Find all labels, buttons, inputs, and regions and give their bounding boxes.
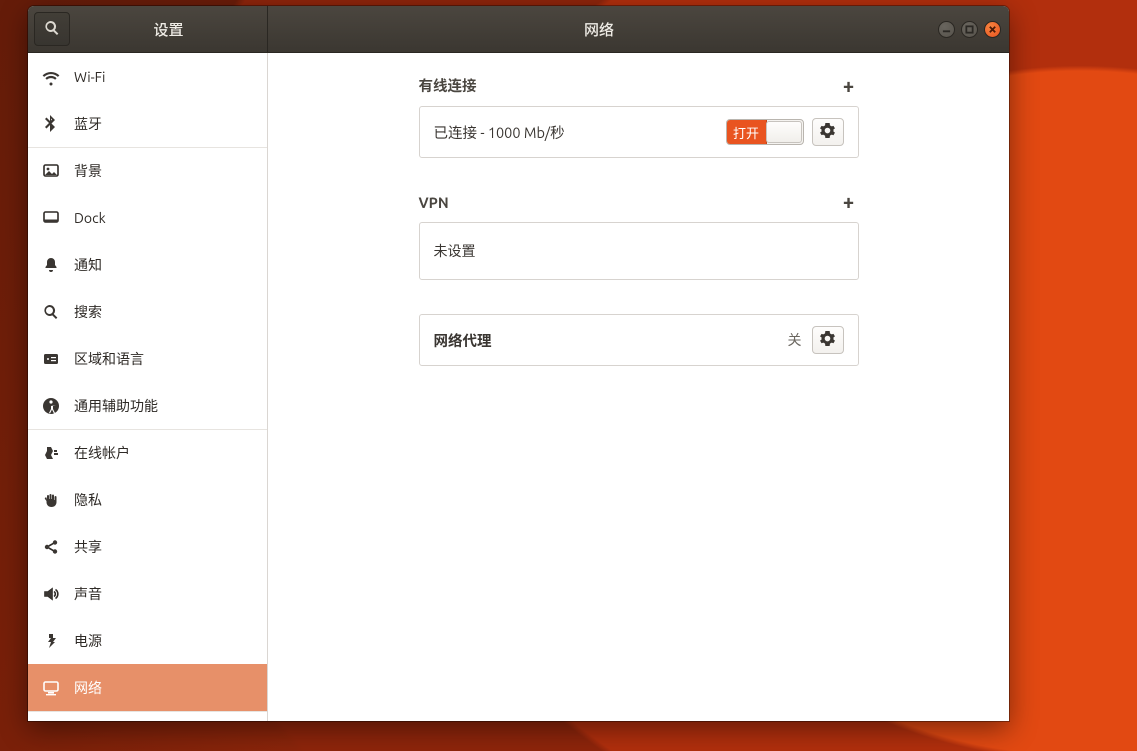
plus-icon: + xyxy=(843,192,854,212)
a11y-icon xyxy=(42,397,60,415)
section-vpn: VPN + 未设置 xyxy=(419,192,859,280)
sidebar-item-label: 搜索 xyxy=(74,302,102,322)
section-vpn-title: VPN xyxy=(419,194,449,211)
gear-icon xyxy=(820,123,835,141)
proxy-card[interactable]: 网络代理 关 xyxy=(419,314,859,366)
section-vpn-head: VPN + xyxy=(419,192,859,212)
add-wired-button[interactable]: + xyxy=(839,76,859,96)
sidebar-item-region[interactable]: 区域和语言 xyxy=(28,335,267,382)
sidebar-item-label: 隐私 xyxy=(74,490,102,510)
dock-icon xyxy=(42,209,60,227)
wired-row: 已连接 - 1000 Mb/秒 打开 xyxy=(420,107,858,157)
app-title: 设置 xyxy=(70,19,267,40)
sidebar-item-label: 区域和语言 xyxy=(74,349,144,369)
network-icon xyxy=(42,679,60,697)
sidebar-item-network[interactable]: 网络 xyxy=(28,664,267,711)
wired-toggle[interactable]: 打开 xyxy=(726,119,804,145)
sidebar-item-label: 共享 xyxy=(74,537,102,557)
minimize-icon xyxy=(942,21,951,37)
sound-icon xyxy=(42,585,60,603)
sidebar-item-search[interactable]: 搜索 xyxy=(28,288,267,335)
section-wired: 有线连接 + 已连接 - 1000 Mb/秒 打开 xyxy=(419,75,859,158)
bluetooth-icon xyxy=(42,115,60,133)
sidebar-item-bluetooth[interactable]: 蓝牙 xyxy=(28,100,267,147)
vpn-status-label: 未设置 xyxy=(434,241,476,261)
vpn-row: 未设置 xyxy=(420,223,858,279)
section-proxy: 网络代理 关 xyxy=(419,314,859,366)
sidebar-item-label: 背景 xyxy=(74,161,102,181)
region-icon xyxy=(42,350,60,368)
wired-settings-button[interactable] xyxy=(812,118,844,146)
wifi-icon xyxy=(42,68,60,86)
proxy-status: 关 xyxy=(788,330,802,350)
close-icon xyxy=(988,21,997,37)
window-controls xyxy=(930,6,1009,52)
sidebar-item-label: 声音 xyxy=(74,584,102,604)
close-button[interactable] xyxy=(984,21,1001,38)
sidebar-item-label: 电源 xyxy=(74,631,102,651)
maximize-button[interactable] xyxy=(961,21,978,38)
proxy-settings-button[interactable] xyxy=(812,326,844,354)
maximize-icon xyxy=(965,21,974,37)
sidebar-item-label: Dock xyxy=(74,210,106,226)
gear-icon xyxy=(820,331,835,349)
wired-card: 已连接 - 1000 Mb/秒 打开 xyxy=(419,106,859,158)
power-icon xyxy=(42,632,60,650)
sidebar-item-background[interactable]: 背景 xyxy=(28,147,267,194)
sidebar-item-sharing[interactable]: 共享 xyxy=(28,523,267,570)
plus-icon: + xyxy=(843,76,854,96)
add-vpn-button[interactable]: + xyxy=(839,192,859,212)
sidebar[interactable]: Wi-Fi 蓝牙背景 Dock 通知搜索区域和语言通用辅助功能在线帐户隐私共享声音电源… xyxy=(28,53,268,721)
sidebar-item-notify[interactable]: 通知 xyxy=(28,241,267,288)
privacy-icon xyxy=(42,491,60,509)
section-wired-title: 有线连接 xyxy=(419,75,477,96)
sidebar-item-sound[interactable]: 声音 xyxy=(28,570,267,617)
sidebar-item-label: 通用辅助功能 xyxy=(74,396,158,416)
window-body: Wi-Fi 蓝牙背景 Dock 通知搜索区域和语言通用辅助功能在线帐户隐私共享声音电源… xyxy=(28,53,1009,721)
background-icon xyxy=(42,162,60,180)
sidebar-item-wifi[interactable]: Wi-Fi xyxy=(28,53,267,100)
wired-toggle-label: 打开 xyxy=(727,120,767,144)
proxy-title: 网络代理 xyxy=(434,330,788,351)
sidebar-item-label: 网络 xyxy=(74,678,102,698)
sidebar-item-dock[interactable]: Dock xyxy=(28,194,267,241)
page-title: 网络 xyxy=(268,6,930,52)
proxy-row: 网络代理 关 xyxy=(420,315,858,365)
sidebar-item-privacy[interactable]: 隐私 xyxy=(28,476,267,523)
wired-status-label: 已连接 - 1000 Mb/秒 xyxy=(434,122,726,143)
headerbar-left: 设置 xyxy=(28,6,268,52)
search-icon xyxy=(44,20,60,39)
search-button[interactable] xyxy=(34,12,70,46)
sidebar-item-label: 蓝牙 xyxy=(74,114,102,134)
minimize-button[interactable] xyxy=(938,21,955,38)
headerbar: 设置 网络 xyxy=(28,6,1009,53)
vpn-card: 未设置 xyxy=(419,222,859,280)
content-area: 有线连接 + 已连接 - 1000 Mb/秒 打开 xyxy=(268,53,1009,721)
sharing-icon xyxy=(42,538,60,556)
sidebar-item-a11y[interactable]: 通用辅助功能 xyxy=(28,382,267,429)
toggle-knob xyxy=(766,121,802,143)
sidebar-item-devices[interactable]: 设备 xyxy=(28,711,267,721)
sidebar-item-label: 在线帐户 xyxy=(74,443,130,463)
accounts-icon xyxy=(42,444,60,462)
bell-icon xyxy=(42,256,60,274)
sidebar-item-label: 通知 xyxy=(74,255,102,275)
search-icon xyxy=(42,303,60,321)
sidebar-item-label: Wi-Fi xyxy=(74,69,105,85)
sidebar-item-power[interactable]: 电源 xyxy=(28,617,267,664)
sidebar-item-accounts[interactable]: 在线帐户 xyxy=(28,429,267,476)
section-wired-head: 有线连接 + xyxy=(419,75,859,96)
settings-window: 设置 网络 Wi-Fi 蓝牙背景 Dock 通知搜索区域和语言通用辅助功能在线帐户隐私… xyxy=(28,6,1009,721)
